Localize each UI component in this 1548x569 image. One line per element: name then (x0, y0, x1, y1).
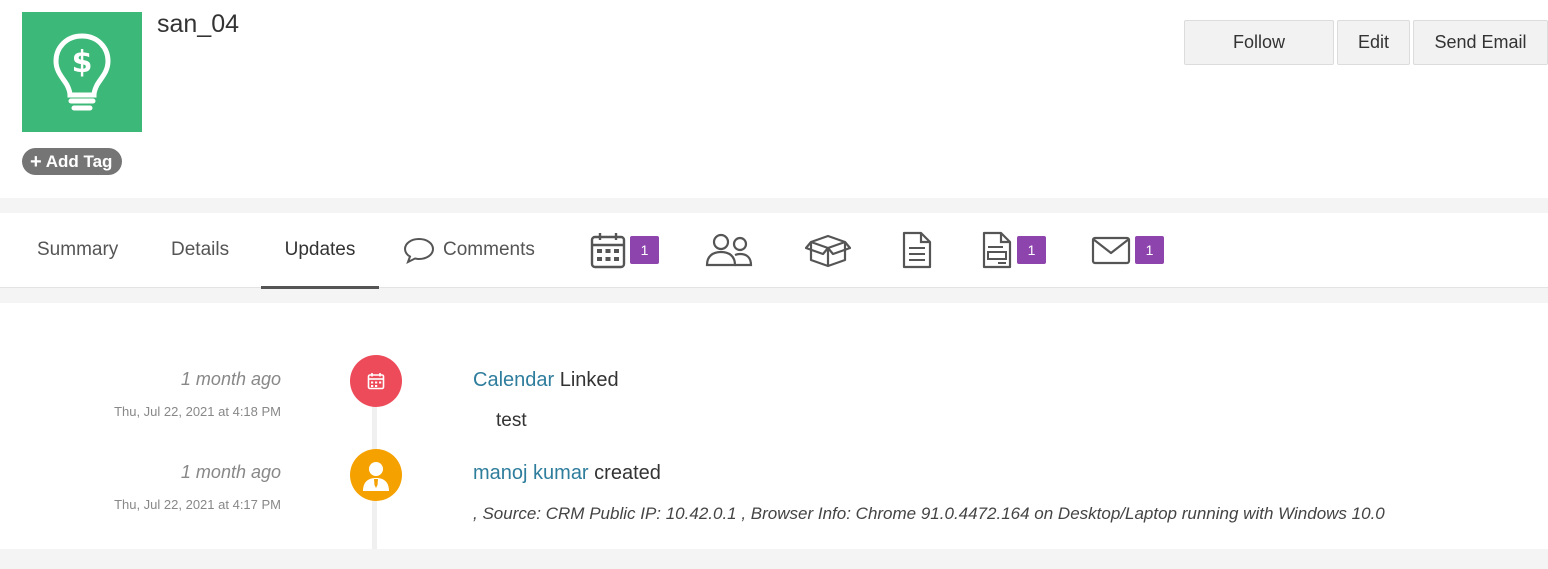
emails-count-badge: 1 (1135, 236, 1164, 264)
record-header: $ san_04 + Add Tag Follow Edit Send Emai… (0, 0, 1548, 198)
updates-timeline: 1 month ago Thu, Jul 22, 2021 at 4:18 PM… (0, 303, 1548, 549)
record-tabs: Summary Details Updates Comments 1 1 1 (0, 213, 1548, 289)
email-icon (1091, 236, 1131, 265)
invoice-icon (982, 231, 1012, 269)
quotes-count-badge: 1 (1017, 236, 1046, 264)
calendar-icon (590, 233, 626, 269)
record-avatar: $ (22, 12, 142, 132)
tab-summary[interactable]: Summary (37, 213, 118, 287)
plus-icon: + (30, 150, 42, 173)
update-relative-time: 1 month ago (180, 462, 281, 482)
tab-comments-label: Comments (443, 239, 535, 260)
tab-calendar[interactable]: 1 (590, 213, 659, 287)
update-title: Calendar Linked (473, 369, 619, 392)
tab-contacts[interactable] (705, 213, 753, 287)
update-action: created (588, 462, 661, 484)
update-detail: , Source: CRM Public IP: 10.42.0.1 , Bro… (473, 504, 1385, 523)
calendar-event-marker (350, 355, 402, 407)
document-icon (902, 231, 932, 269)
contacts-icon (705, 233, 753, 267)
tab-updates[interactable]: Updates (261, 213, 379, 289)
update-absolute-time: Thu, Jul 22, 2021 at 4:18 PM (114, 404, 281, 419)
tab-comments[interactable]: Comments (403, 213, 535, 287)
box-icon (805, 234, 851, 268)
update-link[interactable]: manoj kumar (473, 462, 589, 484)
calendar-icon (367, 373, 385, 390)
add-tag-label: Add Tag (45, 151, 113, 171)
edit-button[interactable]: Edit (1337, 20, 1410, 65)
update-title: manoj kumar created (473, 462, 661, 485)
user-event-marker (350, 449, 402, 501)
send-email-button[interactable]: Send Email (1413, 20, 1548, 65)
follow-button[interactable]: Follow (1184, 20, 1334, 65)
calendar-count-badge: 1 (630, 236, 659, 264)
add-tag-button[interactable]: + Add Tag (22, 148, 123, 175)
tab-quotes[interactable]: 1 (981, 213, 1046, 287)
tab-emails[interactable]: 1 (1091, 213, 1164, 287)
tab-documents[interactable] (901, 213, 933, 287)
update-link[interactable]: Calendar (473, 369, 554, 391)
svg-text:$: $ (72, 45, 93, 80)
update-absolute-time: Thu, Jul 22, 2021 at 4:17 PM (114, 497, 281, 512)
tab-details[interactable]: Details (171, 213, 229, 287)
tab-products[interactable] (805, 213, 851, 287)
update-action: Linked (554, 369, 619, 391)
update-relative-time: 1 month ago (180, 369, 281, 389)
user-icon (363, 462, 389, 491)
update-detail: test (496, 410, 527, 431)
record-title: san_04 (157, 10, 240, 38)
lightbulb-dollar-icon: $ (53, 33, 111, 111)
comment-icon (403, 237, 435, 264)
